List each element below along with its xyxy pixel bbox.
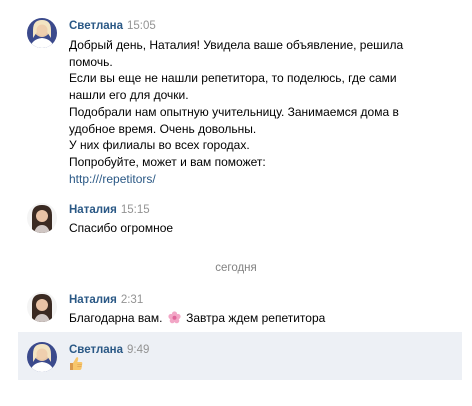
text-after-emoji: Завтра ждем репетитора xyxy=(186,311,326,325)
author-name[interactable]: Наталия xyxy=(69,204,117,216)
text-line: нашли его для дочки. xyxy=(69,88,189,103)
text-line: У них филиалы во всех городах. xyxy=(69,138,250,153)
author-name[interactable]: Светлана xyxy=(69,344,123,356)
message-text: Добрый день, Наталия! Увидела ваше объяв… xyxy=(69,37,403,187)
thumbs-up-emoji-icon xyxy=(69,356,83,371)
date-divider: сегодня xyxy=(215,262,257,274)
text-line: Попробуйте, может и вам поможет: xyxy=(69,154,266,169)
text-line: Если вы еще не нашли репетитора, то поде… xyxy=(69,71,397,86)
text-line: помочь. xyxy=(69,54,113,69)
author-name[interactable]: Светлана xyxy=(69,20,123,32)
link-start[interactable]: http:// xyxy=(69,172,99,186)
text-before-emoji: Благодарна вам. xyxy=(69,311,163,325)
message-text: Спасибо огромное xyxy=(69,221,174,235)
message-link[interactable]: http:///repetitors/ xyxy=(69,171,403,188)
message-text: Благодарна вам. Завтра ждем репетитора xyxy=(69,310,325,327)
link-end[interactable]: /repetitors/ xyxy=(99,172,156,186)
message-header: Наталия 2:31 xyxy=(69,293,143,307)
flower-emoji-icon xyxy=(168,311,181,324)
message-time[interactable]: 9:49 xyxy=(127,344,149,356)
message-header: Светлана 9:49 xyxy=(69,343,149,357)
avatar-natalia[interactable] xyxy=(27,292,57,322)
author-name[interactable]: Наталия xyxy=(69,294,117,306)
message-header: Наталия 15:15 xyxy=(69,203,150,217)
text-line: удобное время. Очень довольны. xyxy=(69,121,257,136)
message-header: Светлана 15:05 xyxy=(69,19,156,33)
message-time[interactable]: 15:15 xyxy=(121,204,150,216)
avatar-svetlana[interactable] xyxy=(27,342,57,372)
message-time[interactable]: 15:05 xyxy=(127,20,156,32)
avatar-natalia[interactable] xyxy=(27,203,57,233)
message-time[interactable]: 2:31 xyxy=(121,294,143,306)
avatar-svetlana[interactable] xyxy=(27,18,57,48)
text-line: Подобрали нам опытную учительницу. Заним… xyxy=(69,104,399,119)
text-line: Добрый день, Наталия! Увидела ваше объяв… xyxy=(69,38,404,52)
